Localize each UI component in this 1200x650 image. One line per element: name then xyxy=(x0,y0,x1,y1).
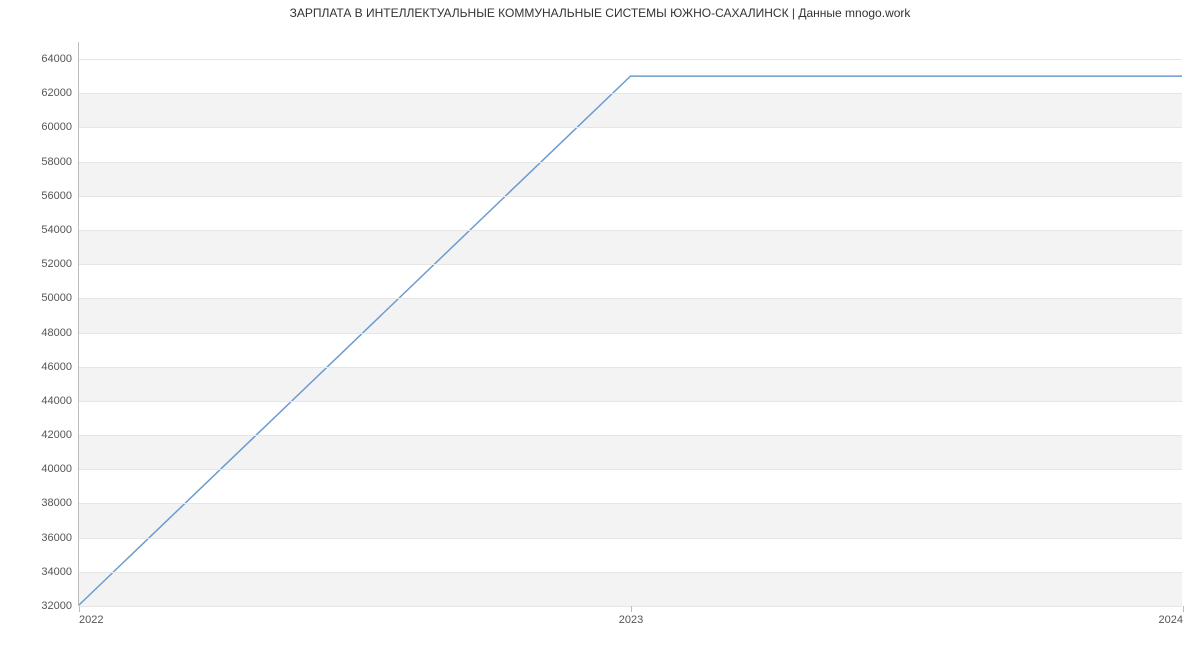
y-tick-label: 56000 xyxy=(12,190,72,202)
y-gridline xyxy=(79,264,1182,265)
y-gridline xyxy=(79,367,1182,368)
y-tick-label: 62000 xyxy=(12,87,72,99)
y-tick-label: 46000 xyxy=(12,361,72,373)
y-gridline xyxy=(79,572,1182,573)
y-tick-label: 50000 xyxy=(12,292,72,304)
x-tick xyxy=(1183,606,1184,612)
y-tick-label: 34000 xyxy=(12,566,72,578)
y-gridline xyxy=(79,333,1182,334)
y-tick-label: 40000 xyxy=(12,463,72,475)
y-tick-label: 38000 xyxy=(12,497,72,509)
y-gridline xyxy=(79,196,1182,197)
y-gridline xyxy=(79,469,1182,470)
x-tick-label: 2022 xyxy=(79,614,103,626)
y-tick-label: 44000 xyxy=(12,395,72,407)
y-gridline xyxy=(79,93,1182,94)
y-tick-label: 60000 xyxy=(12,121,72,133)
y-tick-label: 52000 xyxy=(12,258,72,270)
y-tick-label: 42000 xyxy=(12,429,72,441)
y-tick-label: 58000 xyxy=(12,156,72,168)
data-line xyxy=(79,76,1182,605)
y-gridline xyxy=(79,298,1182,299)
y-tick-label: 48000 xyxy=(12,327,72,339)
x-tick xyxy=(79,606,80,612)
y-gridline xyxy=(79,538,1182,539)
line-layer xyxy=(79,42,1182,605)
chart-container: ЗАРПЛАТА В ИНТЕЛЛЕКТУАЛЬНЫЕ КОММУНАЛЬНЫЕ… xyxy=(0,0,1200,650)
x-tick-label: 2024 xyxy=(1159,614,1183,626)
x-tick xyxy=(631,606,632,612)
y-tick-label: 32000 xyxy=(12,600,72,612)
y-gridline xyxy=(79,503,1182,504)
chart-title: ЗАРПЛАТА В ИНТЕЛЛЕКТУАЛЬНЫЕ КОММУНАЛЬНЫЕ… xyxy=(0,6,1200,20)
x-tick-label: 2023 xyxy=(619,614,643,626)
y-tick-label: 64000 xyxy=(12,53,72,65)
plot-area: 202220232024 xyxy=(78,42,1182,606)
y-tick-label: 36000 xyxy=(12,532,72,544)
y-gridline xyxy=(79,401,1182,402)
y-tick-label: 54000 xyxy=(12,224,72,236)
y-gridline xyxy=(79,127,1182,128)
y-gridline xyxy=(79,59,1182,60)
y-gridline xyxy=(79,435,1182,436)
y-gridline xyxy=(79,230,1182,231)
y-gridline xyxy=(79,162,1182,163)
